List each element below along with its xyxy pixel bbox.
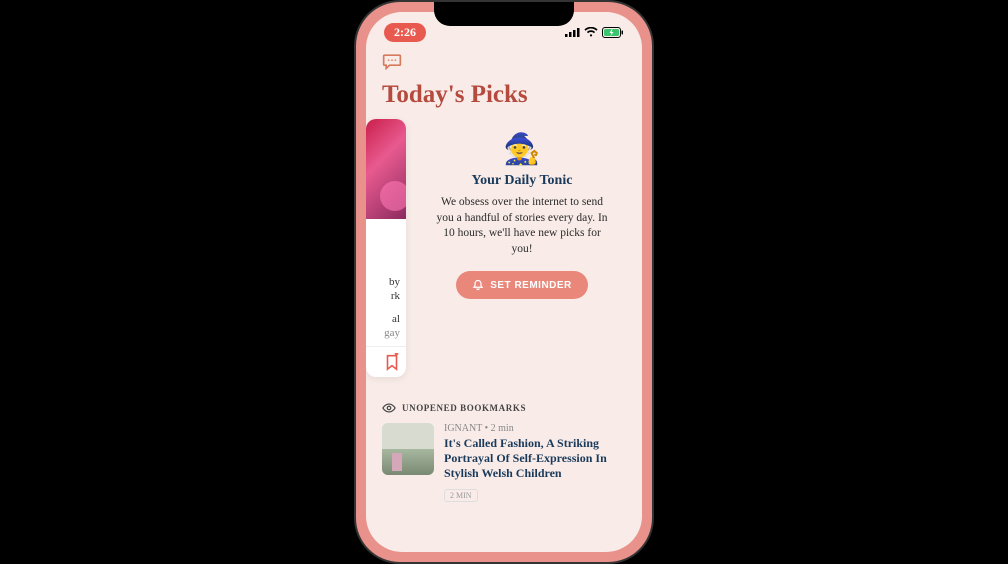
bookmark-content: IGNANT • 2 min It's Called Fashion, A St… xyxy=(444,423,626,503)
story-text-line: by xyxy=(372,275,400,289)
battery-icon xyxy=(602,27,624,38)
bookmark-duration-pill: 2 MIN xyxy=(444,489,478,502)
story-card-body: by rk al gay xyxy=(366,219,406,346)
tonic-body: We obsess over the internet to send you … xyxy=(426,195,618,257)
wifi-icon xyxy=(584,27,598,37)
status-time: 2:26 xyxy=(384,23,426,42)
story-text-line: al xyxy=(372,312,400,326)
section-header: UNOPENED BOOKMARKS xyxy=(366,377,642,423)
tonic-card: 🧙 Your Daily Tonic We obsess over the in… xyxy=(418,119,626,377)
bell-icon xyxy=(472,279,484,291)
page-title: Today's Picks xyxy=(366,77,642,119)
reminder-button-label: SET REMINDER xyxy=(490,280,572,291)
story-card[interactable]: by rk al gay xyxy=(366,119,406,377)
cellular-icon xyxy=(565,27,580,37)
bookmark-meta: IGNANT • 2 min xyxy=(444,423,626,434)
status-icons xyxy=(565,27,624,38)
chat-icon[interactable] xyxy=(382,52,402,70)
tonic-title: Your Daily Tonic xyxy=(426,173,618,189)
phone-frame: 2:26 Today's Picks by rk xyxy=(356,2,652,562)
bookmark-add-icon[interactable] xyxy=(384,353,400,371)
header-icons xyxy=(366,48,642,77)
story-text-line: rk xyxy=(372,289,400,303)
set-reminder-button[interactable]: SET REMINDER xyxy=(456,271,588,299)
section-label: UNOPENED BOOKMARKS xyxy=(402,403,526,413)
bookmark-title: It's Called Fashion, A Striking Portraya… xyxy=(444,436,626,481)
story-card-image xyxy=(366,119,406,219)
bookmark-thumbnail xyxy=(382,423,434,475)
wizard-icon: 🧙 xyxy=(426,135,618,165)
eye-icon xyxy=(382,401,396,415)
phone-screen: 2:26 Today's Picks by rk xyxy=(366,12,642,552)
cards-row: by rk al gay 🧙 Your Daily Tonic xyxy=(366,119,642,377)
story-card-footer xyxy=(366,346,406,377)
story-text-line: gay xyxy=(372,326,400,340)
phone-notch xyxy=(434,2,574,26)
bookmark-item[interactable]: IGNANT • 2 min It's Called Fashion, A St… xyxy=(366,423,642,503)
